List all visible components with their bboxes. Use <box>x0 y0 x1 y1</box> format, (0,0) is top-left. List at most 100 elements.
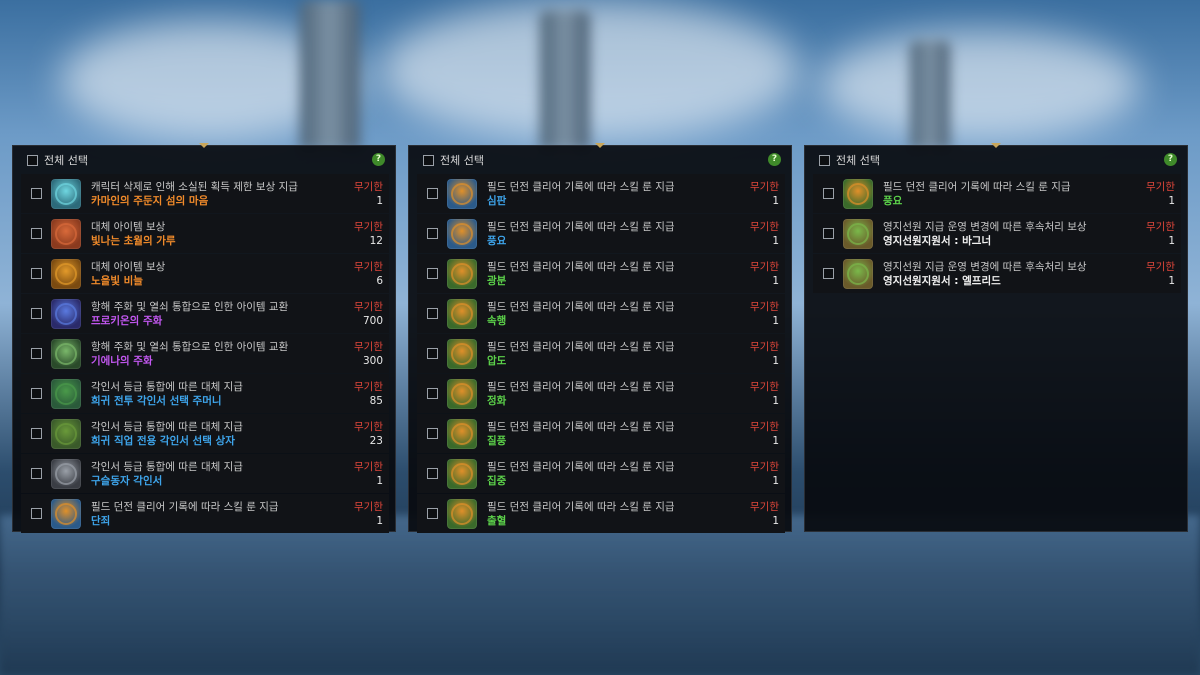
reward-duration: 무기한 <box>354 300 383 313</box>
reward-quantity: 6 <box>376 274 383 287</box>
reward-list: 필드 던전 클리어 기록에 따라 스킬 룬 지급 심판 무기한 1 필드 던전 클리어 … <box>409 174 791 533</box>
reward-quantity: 1 <box>772 394 779 407</box>
reward-quantity: 1 <box>772 234 779 247</box>
reward-duration: 무기한 <box>354 380 383 393</box>
reward-quantity: 1 <box>772 194 779 207</box>
reward-item-name: 정화 <box>487 394 507 407</box>
reward-quantity: 1 <box>376 514 383 527</box>
reward-row[interactable]: 필드 던전 클리어 기록에 따라 스킬 룬 지급 심판 무기한 1 <box>417 174 785 213</box>
rune-icon <box>447 458 477 489</box>
select-all-checkbox[interactable] <box>27 154 38 166</box>
select-all-checkbox[interactable] <box>819 154 830 166</box>
reward-checkbox[interactable] <box>427 228 438 239</box>
reward-row[interactable]: 필드 던전 클리어 기록에 따라 스킬 룬 지급 압도 무기한 1 <box>417 334 785 373</box>
reward-description: 필드 던전 클리어 기록에 따라 스킬 룬 지급 <box>487 260 675 273</box>
select-all-label[interactable]: 전체 선택 <box>440 152 484 168</box>
rune-icon <box>447 258 477 289</box>
reward-quantity: 1 <box>772 434 779 447</box>
reward-quantity: 85 <box>369 394 383 407</box>
reward-checkbox[interactable] <box>427 308 438 319</box>
reward-item-name: 빛나는 초월의 가루 <box>91 234 176 247</box>
reward-row[interactable]: 필드 던전 클리어 기록에 따라 스킬 룬 지급 단죄 무기한 1 <box>21 494 389 533</box>
reward-item-name: 구슬동자 각인서 <box>91 474 163 487</box>
reward-row[interactable]: 영지선원 지급 운영 변경에 따른 후속처리 보상 영지선원지원서 : 바그너 무기… <box>813 214 1181 253</box>
reward-row[interactable]: 필드 던전 클리어 기록에 따라 스킬 룬 지급 속행 무기한 1 <box>417 294 785 333</box>
reward-checkbox[interactable] <box>823 268 834 279</box>
select-all-label[interactable]: 전체 선택 <box>836 152 880 168</box>
reward-row[interactable]: 필드 던전 클리어 기록에 따라 스킬 룬 지급 집중 무기한 1 <box>417 454 785 493</box>
reward-description: 필드 던전 클리어 기록에 따라 스킬 룬 지급 <box>487 220 675 233</box>
help-icon[interactable]: ? <box>768 153 781 166</box>
reward-row[interactable]: 각인서 등급 통합에 따른 대체 지급 구슬동자 각인서 무기한 1 <box>21 454 389 493</box>
reward-row[interactable]: 캐릭터 삭제로 인해 소실된 획득 제한 보상 지급 카마인의 주둔지 섬의 마음… <box>21 174 389 213</box>
reward-description: 항해 주화 및 열쇠 통합으로 인한 아이템 교환 <box>91 300 289 313</box>
reward-checkbox[interactable] <box>427 428 438 439</box>
reward-description: 각인서 등급 통합에 따른 대체 지급 <box>91 420 243 433</box>
reward-row[interactable]: 대체 아이템 보상 노을빛 비늘 무기한 6 <box>21 254 389 293</box>
reward-item-name: 희귀 전투 각인서 선택 주머니 <box>91 394 222 407</box>
reward-row[interactable]: 영지선원 지급 운영 변경에 따른 후속처리 보상 영지선원지원서 : 엘프리드 무… <box>813 254 1181 293</box>
reward-checkbox[interactable] <box>427 468 438 479</box>
reward-checkbox[interactable] <box>31 428 42 439</box>
reward-checkbox[interactable] <box>31 348 42 359</box>
reward-row[interactable]: 각인서 등급 통합에 따른 대체 지급 희귀 전투 각인서 선택 주머니 무기한 85 <box>21 374 389 413</box>
reward-checkbox[interactable] <box>427 188 438 199</box>
select-all-label[interactable]: 전체 선택 <box>44 152 88 168</box>
reward-checkbox[interactable] <box>427 348 438 359</box>
reward-item-name: 프로키온의 주화 <box>91 314 163 327</box>
reward-checkbox[interactable] <box>31 228 42 239</box>
scale-icon <box>51 258 81 289</box>
reward-duration: 무기한 <box>750 220 779 233</box>
help-icon[interactable]: ? <box>372 153 385 166</box>
powder-icon <box>51 218 81 249</box>
reward-row[interactable]: 각인서 등급 통합에 따른 대체 지급 희귀 직업 전용 각인서 선택 상자 무기한… <box>21 414 389 453</box>
pouch-icon <box>51 378 81 409</box>
reward-checkbox[interactable] <box>427 508 438 519</box>
reward-row[interactable]: 항해 주화 및 열쇠 통합으로 인한 아이템 교환 기에나의 주화 무기한 300 <box>21 334 389 373</box>
reward-quantity: 1 <box>772 514 779 527</box>
reward-row[interactable]: 필드 던전 클리어 기록에 따라 스킬 룬 지급 풍요 무기한 1 <box>813 174 1181 213</box>
reward-duration: 무기한 <box>750 380 779 393</box>
application-icon <box>843 258 873 289</box>
reward-checkbox[interactable] <box>427 388 438 399</box>
reward-checkbox[interactable] <box>823 228 834 239</box>
reward-quantity: 1 <box>376 474 383 487</box>
reward-description: 필드 던전 클리어 기록에 따라 스킬 룬 지급 <box>883 180 1071 193</box>
reward-item-name: 노을빛 비늘 <box>91 274 143 287</box>
reward-row[interactable]: 필드 던전 클리어 기록에 따라 스킬 룬 지급 질풍 무기한 1 <box>417 414 785 453</box>
select-all-checkbox[interactable] <box>423 154 434 166</box>
rune-icon <box>447 218 477 249</box>
reward-panel: 전체 선택? 필드 던전 클리어 기록에 따라 스킬 룬 지급 심판 무기한 1 필드 던… <box>408 143 792 533</box>
reward-item-name: 카마인의 주둔지 섬의 마음 <box>91 194 209 207</box>
reward-row[interactable]: 필드 던전 클리어 기록에 따라 스킬 룬 지급 출혈 무기한 1 <box>417 494 785 533</box>
rune-icon <box>51 498 81 529</box>
reward-checkbox[interactable] <box>31 468 42 479</box>
reward-checkbox[interactable] <box>427 268 438 279</box>
reward-checkbox[interactable] <box>31 188 42 199</box>
reward-checkbox[interactable] <box>31 268 42 279</box>
reward-checkbox[interactable] <box>31 308 42 319</box>
reward-item-name: 기에나의 주화 <box>91 354 153 367</box>
reward-quantity: 12 <box>369 234 383 247</box>
reward-row[interactable]: 필드 던전 클리어 기록에 따라 스킬 룬 지급 풍요 무기한 1 <box>417 214 785 253</box>
reward-duration: 무기한 <box>354 500 383 513</box>
reward-row[interactable]: 필드 던전 클리어 기록에 따라 스킬 룬 지급 정화 무기한 1 <box>417 374 785 413</box>
reward-item-name: 희귀 직업 전용 각인서 선택 상자 <box>91 434 235 447</box>
reward-item-name: 속행 <box>487 314 507 327</box>
reward-item-name: 출혈 <box>487 514 507 527</box>
reward-item-name: 영지선원지원서 : 바그너 <box>883 234 992 247</box>
reward-item-name: 질풍 <box>487 434 507 447</box>
reward-row[interactable]: 항해 주화 및 열쇠 통합으로 인한 아이템 교환 프로키온의 주화 무기한 700 <box>21 294 389 333</box>
reward-checkbox[interactable] <box>823 188 834 199</box>
reward-duration: 무기한 <box>354 260 383 273</box>
reward-row[interactable]: 대체 아이템 보상 빛나는 초월의 가루 무기한 12 <box>21 214 389 253</box>
reward-description: 필드 던전 클리어 기록에 따라 스킬 룬 지급 <box>487 180 675 193</box>
reward-checkbox[interactable] <box>31 508 42 519</box>
rune-icon <box>447 498 477 529</box>
help-icon[interactable]: ? <box>1164 153 1177 166</box>
reward-description: 필드 던전 클리어 기록에 따라 스킬 룬 지급 <box>487 460 675 473</box>
reward-duration: 무기한 <box>1146 220 1175 233</box>
reward-row[interactable]: 필드 던전 클리어 기록에 따라 스킬 룬 지급 광분 무기한 1 <box>417 254 785 293</box>
reward-quantity: 1 <box>1168 194 1175 207</box>
reward-checkbox[interactable] <box>31 388 42 399</box>
